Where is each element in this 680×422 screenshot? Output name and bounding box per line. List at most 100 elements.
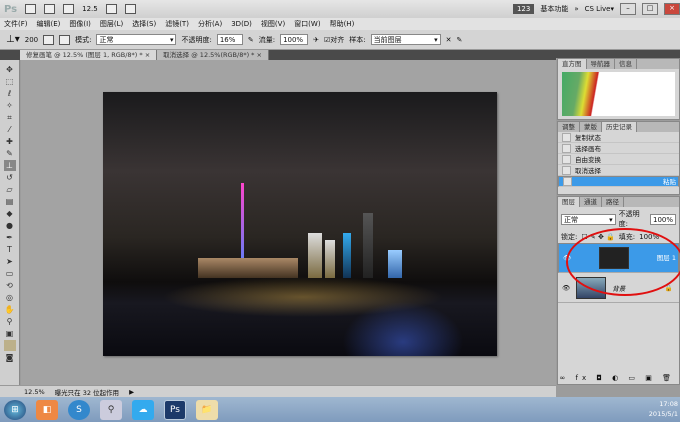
menu-filter[interactable]: 滤镜(T) [165,19,189,29]
history-brush-source-checkbox[interactable] [562,154,571,164]
dodge-tool-icon[interactable]: ● [4,220,16,231]
brush-panel-icon[interactable] [43,34,55,45]
menu-view[interactable]: 视图(V) [261,19,285,29]
workspace-button[interactable]: 基本功能 [540,4,568,14]
flow-input[interactable]: 100% [280,34,309,45]
menu-3d[interactable]: 3D(D) [231,20,252,28]
workspace-more[interactable]: » [574,5,578,13]
quick-select-tool-icon[interactable]: ✧ [4,100,16,111]
taskbar-cloud-icon[interactable]: ☁ [132,399,154,420]
eraser-tool-icon[interactable]: ▱ [4,184,16,195]
3d-orbit-tool-icon[interactable]: ◎ [4,292,16,303]
mini-bridge-icon[interactable] [44,4,56,14]
system-clock[interactable]: 17:08 2015/5/1 [649,399,678,419]
3d-rotate-tool-icon[interactable]: ⟲ [4,280,16,291]
brush-tool-icon[interactable]: ✎ [4,148,16,159]
healing-brush-tool-icon[interactable]: ✚ [4,136,16,147]
eye-icon[interactable]: 👁 [562,284,570,292]
brush-size[interactable]: 200 [25,36,38,44]
arrange-documents-icon[interactable] [105,4,117,14]
move-tool-icon[interactable]: ✥ [4,64,16,75]
menu-window[interactable]: 窗口(W) [294,19,320,29]
tab-document-2[interactable]: 取消选择 @ 12.5%(RGB/8*) * × [157,50,269,60]
tab-channels[interactable]: 通道 [580,197,602,207]
minimize-button[interactable]: – [620,3,636,15]
menu-select[interactable]: 选择(S) [132,19,156,29]
history-brush-source-checkbox[interactable] [562,132,571,142]
title-bar: Ps 12.5 123 基本功能 » CS Live▾ – □ × [0,0,680,18]
taskbar-photoshop-icon[interactable]: Ps [164,399,186,420]
history-brush-source-checkbox[interactable] [562,165,571,175]
history-item[interactable]: 自由变换 [558,154,679,165]
screen-mode-icon[interactable] [124,4,136,14]
taskbar-explorer-icon[interactable]: 📁 [196,399,218,420]
tab-histogram[interactable]: 直方图 [558,59,587,69]
bridge-icon[interactable] [25,4,37,14]
marquee-tool-icon[interactable]: ⬚ [4,76,16,87]
panel-dock-header [556,50,680,58]
crop-tool-icon[interactable]: ⌗ [4,112,16,123]
status-arrow-icon[interactable]: ▶ [129,388,134,396]
opacity-input[interactable]: 16% [216,34,243,45]
eyedropper-tool-icon[interactable]: ⁄ [4,124,16,135]
menu-image[interactable]: 图像(I) [69,19,91,29]
close-button[interactable]: × [664,3,680,15]
menu-layer[interactable]: 图层(L) [100,19,123,29]
zoom-tool-icon[interactable]: ⚲ [4,316,16,327]
blur-tool-icon[interactable]: ◆ [4,208,16,219]
pressure-opacity-icon[interactable]: ✎ [248,36,254,44]
history-brush-source-checkbox[interactable] [562,143,571,153]
pen-tool-icon[interactable]: ✒ [4,232,16,243]
night-city-photo[interactable] [103,92,497,356]
tab-navigator[interactable]: 导航器 [587,59,615,69]
ignore-adjustment-icon[interactable]: ✕ [446,36,452,44]
history-item-selected[interactable]: 粘贴 [558,176,679,187]
menu-edit[interactable]: 编辑(E) [37,19,61,29]
sample-select[interactable]: 当前图层 ▾ [370,34,441,45]
tab-adjustments[interactable]: 调整 [558,122,580,132]
history-brush-tool-icon[interactable]: ↺ [4,172,16,183]
menu-analysis[interactable]: 分析(A) [198,19,222,29]
tab-history[interactable]: 历史记录 [602,122,637,132]
status-zoom[interactable]: 12.5% [24,388,45,396]
tab-info[interactable]: 信息 [615,59,637,69]
layer-opacity-input[interactable]: 100% [649,213,676,225]
tab-masks[interactable]: 蒙版 [580,122,602,132]
clock-time: 17:08 [659,400,678,408]
cs-live-button[interactable]: CS Live▾ [585,5,614,13]
quick-mask-icon[interactable]: ◙ [4,352,16,363]
start-button[interactable]: ⊞ [4,399,26,420]
history-item[interactable]: 选择画布 [558,143,679,154]
airbrush-icon[interactable]: ✈ [313,36,319,44]
menu-help[interactable]: 帮助(H) [330,19,355,29]
stamp-tool-preset-icon[interactable]: ⊥▾ [6,34,20,45]
pressure-size-icon[interactable]: ✎ [456,36,462,44]
history-brush-source-checkbox[interactable] [563,177,572,186]
tab-layers[interactable]: 图层 [558,197,580,207]
taskbar-search-icon[interactable]: ⚲ [100,399,122,420]
gradient-tool-icon[interactable]: ▤ [4,196,16,207]
layer-panel-buttons[interactable]: ∞ fx ◘ ◐ ▭ ▣ 🗑 [559,374,675,382]
taskbar-sogou-icon[interactable]: S [68,399,90,420]
menu-file[interactable]: 文件(F) [4,19,28,29]
path-select-tool-icon[interactable]: ➤ [4,256,16,267]
tab-document-1[interactable]: 修复画笔 @ 12.5% (图层 1, RGB/8*) * × [20,50,158,60]
hand-tool-icon[interactable]: ✋ [4,304,16,315]
lasso-tool-icon[interactable]: ℓ [4,88,16,99]
aligned-checkbox[interactable]: ☑对齐 [324,35,344,45]
taskbar-app-icon[interactable]: ◧ [36,399,58,420]
mode-select[interactable]: 正常 ▾ [96,34,177,45]
history-item[interactable]: 复制状态 [558,132,679,143]
type-tool-icon[interactable]: T [4,244,16,255]
zoom-level-select[interactable]: 12.5 [82,5,98,13]
history-item[interactable]: 取消选择 [558,165,679,176]
color-swatches-icon[interactable]: ▣ [4,328,16,339]
clone-stamp-tool-icon[interactable]: ⊥ [3,160,16,171]
tab-paths[interactable]: 路径 [602,197,624,207]
clone-source-icon[interactable] [59,34,71,45]
shape-tool-icon[interactable]: ▭ [4,268,16,279]
view-extras-icon[interactable] [63,4,75,14]
background-color-swatch[interactable] [3,340,16,351]
maximize-button[interactable]: □ [642,3,658,15]
blend-mode-select[interactable]: 正常 ▾ [561,213,616,225]
